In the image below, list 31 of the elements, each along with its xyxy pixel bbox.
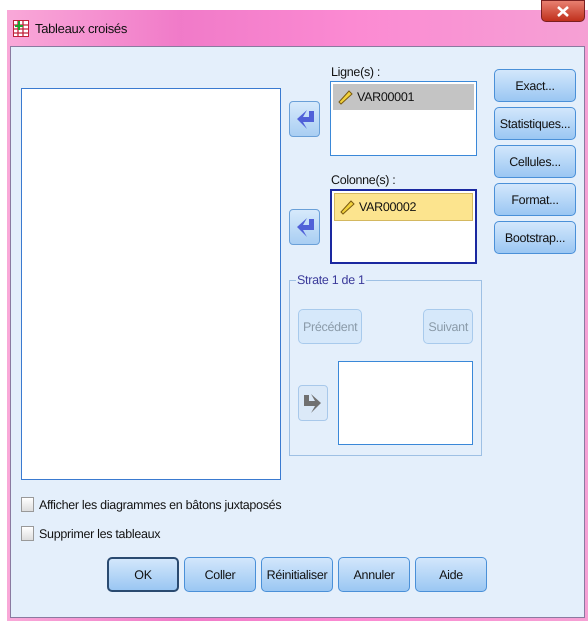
move-button[interactable] xyxy=(289,100,320,136)
ruler-icon xyxy=(337,89,353,105)
variable-item[interactable]: VAR00002 xyxy=(334,193,473,221)
window-title: Tableaux croisés xyxy=(35,20,128,36)
strata-list[interactable] xyxy=(338,361,473,445)
move-button[interactable] xyxy=(289,208,320,244)
table-icon xyxy=(13,20,29,36)
dialog-button[interactable]: Annuler xyxy=(338,557,410,592)
ruler-icon xyxy=(339,199,355,215)
dialog-button[interactable]: Coller xyxy=(184,557,256,592)
checkbox-label: Afficher les diagrammes en bâtons juxtaposés xyxy=(39,498,282,512)
dialog-button[interactable]: Bootstrap... xyxy=(494,221,576,254)
target-label: Colonne(s) : xyxy=(331,173,396,187)
close-button[interactable] xyxy=(541,0,585,22)
dialog-button[interactable]: Aide xyxy=(415,557,487,592)
strata-legend: Strate 1 de 1 xyxy=(296,273,366,287)
close-icon xyxy=(557,6,569,16)
variable-item[interactable]: VAR00001 xyxy=(333,84,474,110)
dialog-button[interactable]: Exact... xyxy=(494,69,576,102)
dialog-button[interactable]: Format... xyxy=(494,183,576,216)
dialog-button[interactable]: OK xyxy=(107,557,179,592)
checkbox[interactable] xyxy=(21,497,34,512)
dialog-button[interactable]: Statistiques... xyxy=(494,107,576,140)
dialog-button[interactable]: Réinitialiser xyxy=(261,557,333,592)
target-label: Ligne(s) : xyxy=(331,65,382,79)
checkbox[interactable] xyxy=(21,526,34,541)
right-arrow-icon xyxy=(302,391,324,415)
target-list[interactable]: VAR00001 xyxy=(330,81,477,156)
target-list[interactable]: VAR00002 xyxy=(330,189,477,264)
checkbox-label: Supprimer les tableaux xyxy=(39,526,160,540)
dialog-button[interactable]: Cellules... xyxy=(494,145,576,178)
